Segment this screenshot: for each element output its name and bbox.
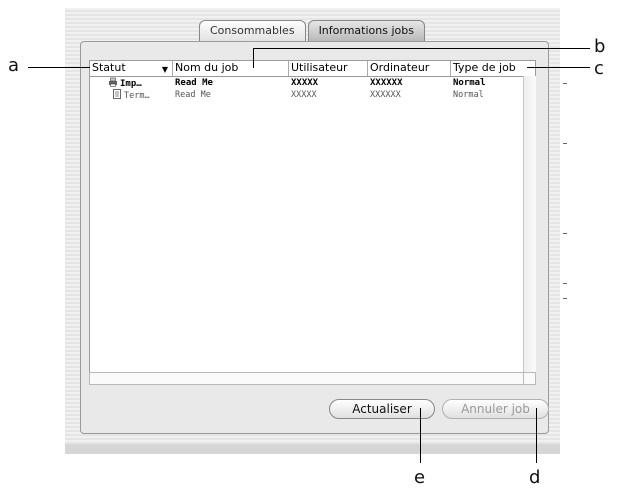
callout-line-b bbox=[253, 48, 590, 49]
job-list[interactable]: Statut ▼ Nom du job Utilisateur Ordinate… bbox=[89, 60, 536, 374]
window-bottom-bar bbox=[65, 444, 560, 454]
document-icon bbox=[113, 89, 121, 99]
table-row[interactable]: Imp… Read Me XXXXX XXXXXX Normal bbox=[90, 77, 535, 89]
cancel-job-button[interactable]: Annuler job bbox=[442, 399, 549, 419]
callout-line-b bbox=[253, 48, 254, 68]
column-header-job-type[interactable]: Type de job bbox=[451, 61, 535, 76]
tab-job-information[interactable]: Informations jobs bbox=[307, 20, 425, 41]
column-header-user[interactable]: Utilisateur bbox=[289, 61, 368, 76]
status-text: Imp… bbox=[120, 79, 142, 89]
callout-label-e: e bbox=[414, 467, 426, 488]
computer-cell: XXXXXX bbox=[370, 78, 403, 88]
tab-consumables[interactable]: Consommables bbox=[199, 20, 306, 41]
edge-tick bbox=[563, 283, 567, 284]
column-header-status[interactable]: Statut ▼ bbox=[90, 61, 173, 76]
computer-cell: XXXXXX bbox=[370, 90, 401, 100]
printer-icon bbox=[109, 77, 117, 87]
resize-corner bbox=[523, 373, 535, 384]
callout-line-a bbox=[28, 67, 90, 68]
column-header-job-name[interactable]: Nom du job bbox=[173, 61, 289, 76]
tab-bar: Consommables Informations jobs bbox=[199, 20, 425, 42]
column-header-computer[interactable]: Ordinateur bbox=[368, 61, 451, 76]
edge-tick bbox=[563, 83, 567, 84]
table-row[interactable]: Term… Read Me XXXXX XXXXXX Normal bbox=[90, 89, 535, 101]
callout-line-d bbox=[536, 408, 537, 463]
list-header: Statut ▼ Nom du job Utilisateur Ordinate… bbox=[90, 61, 535, 77]
callout-line-c bbox=[527, 67, 590, 68]
user-cell: XXXXX bbox=[291, 78, 319, 88]
callout-label-d: d bbox=[529, 467, 541, 488]
callout-line-e bbox=[420, 408, 421, 463]
status-cell: Term… bbox=[90, 89, 173, 101]
status-cell: Imp… bbox=[90, 77, 173, 89]
edge-tick bbox=[563, 233, 567, 234]
edge-tick bbox=[563, 143, 567, 144]
column-label: Statut bbox=[92, 61, 126, 74]
edge-tick bbox=[563, 298, 567, 299]
job-name-cell: Read Me bbox=[175, 78, 213, 88]
status-text: Term… bbox=[124, 91, 150, 101]
user-cell: XXXXX bbox=[291, 90, 317, 100]
vertical-scrollbar[interactable] bbox=[523, 76, 536, 373]
job-name-cell: Read Me bbox=[175, 90, 211, 100]
sort-descending-icon: ▼ bbox=[161, 65, 168, 74]
callout-label-c: c bbox=[594, 58, 604, 79]
callout-label-b: b bbox=[594, 36, 606, 57]
callout-label-a: a bbox=[8, 55, 20, 76]
horizontal-scrollbar[interactable] bbox=[89, 372, 536, 385]
